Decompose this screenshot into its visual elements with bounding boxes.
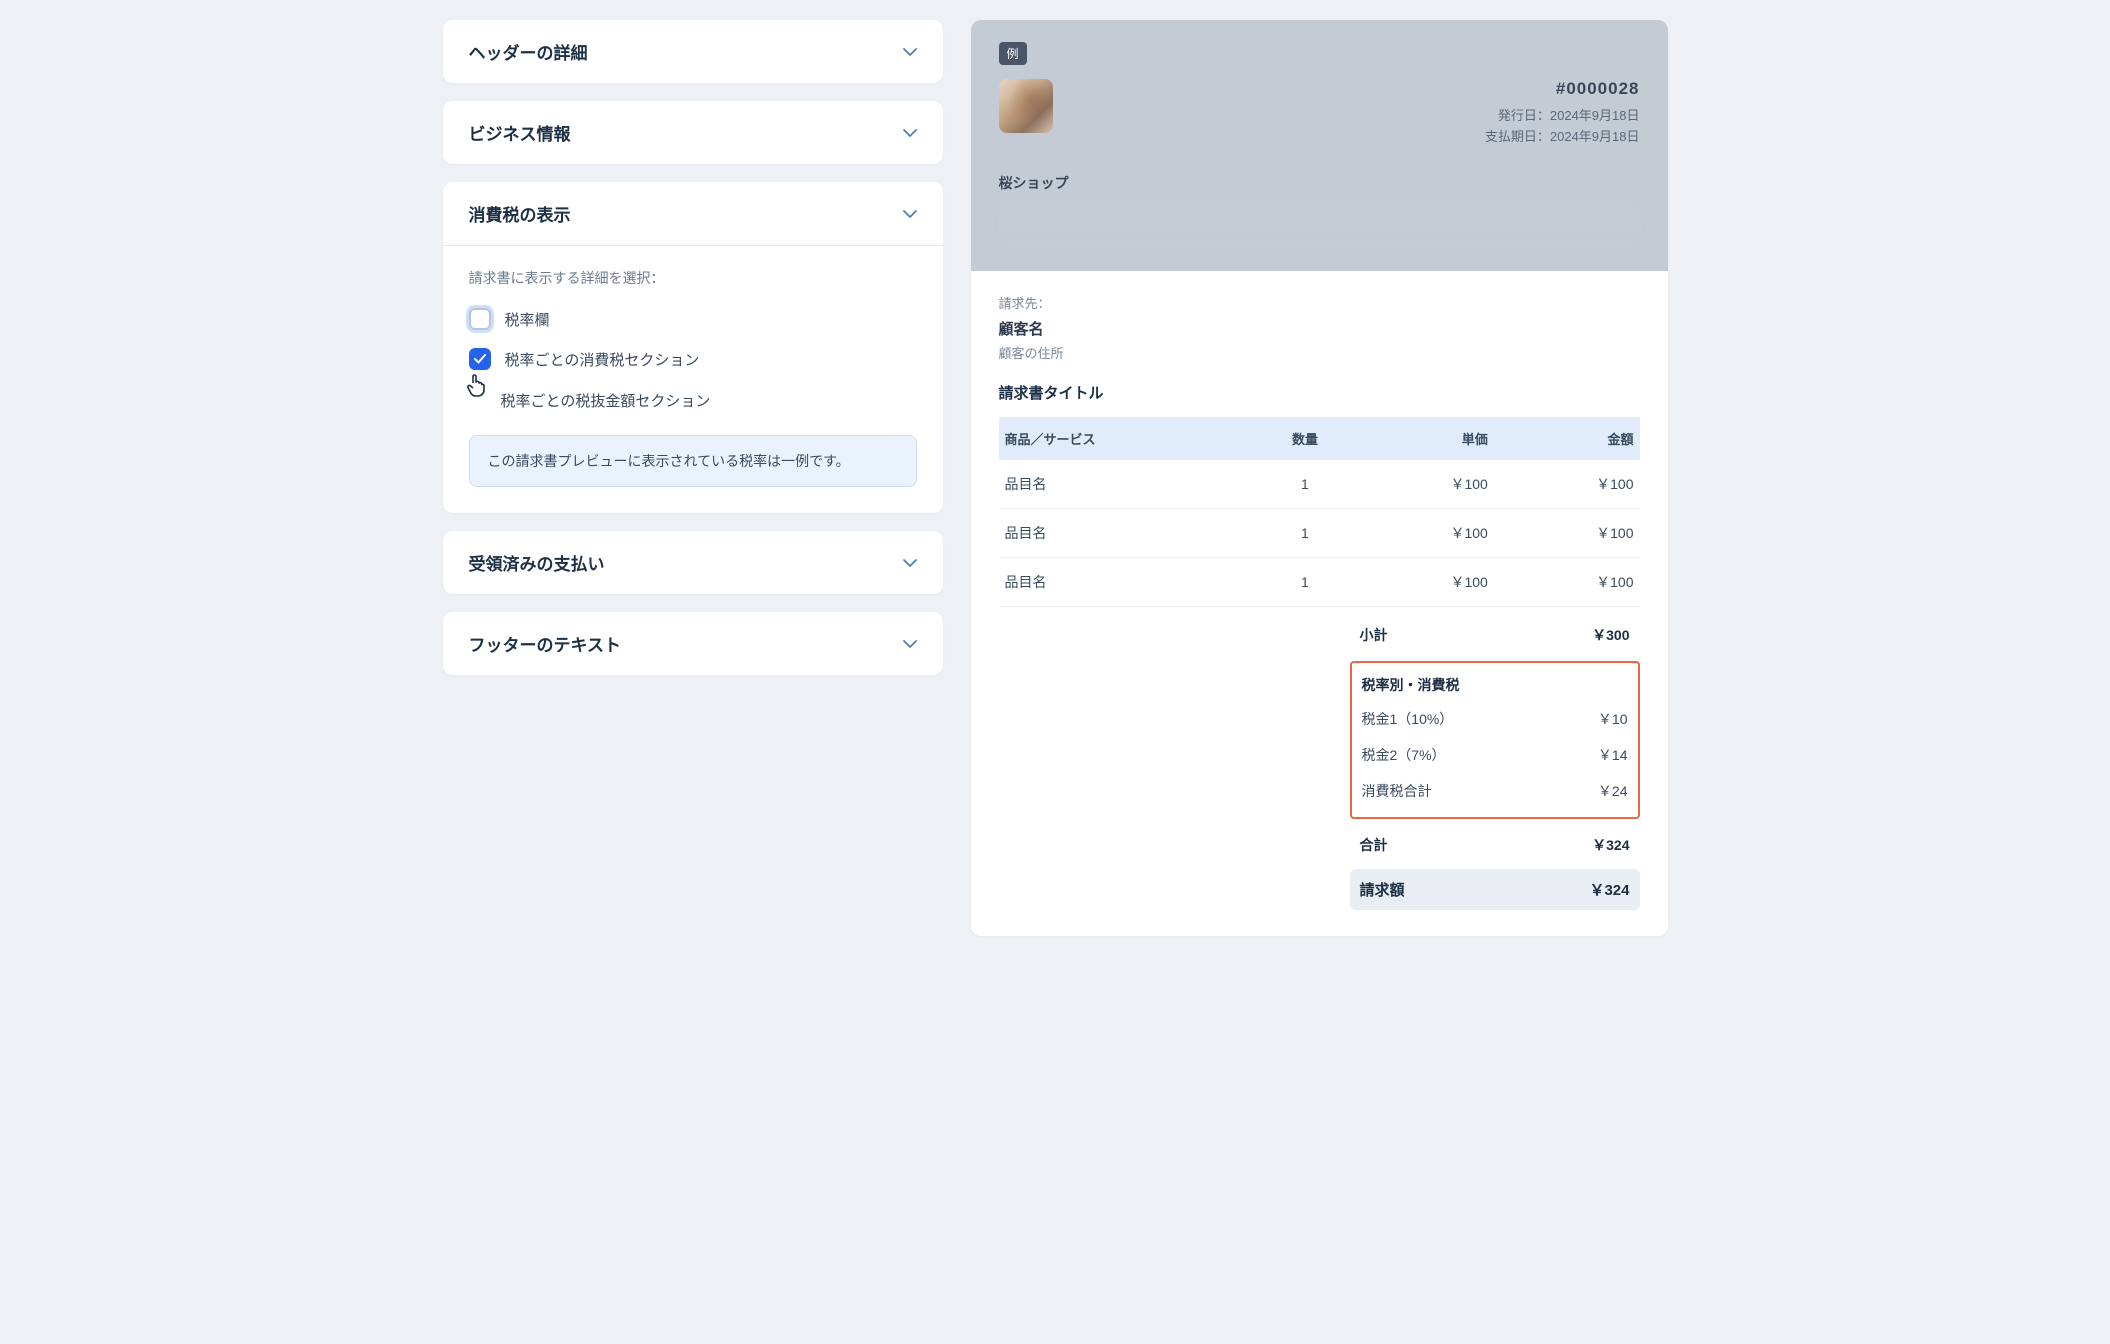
tax-breakdown-box: 税率別・消費税 税金1（10%） ￥10 税金2（7%） ￥14 消費税合計 ￥… <box>1350 661 1640 819</box>
section-tax-display-header[interactable]: 消費税の表示 <box>443 182 943 245</box>
section-title: ヘッダーの詳細 <box>469 39 588 64</box>
grand-total-row: 請求額 ￥324 <box>1350 869 1640 910</box>
shop-name: 桜ショップ <box>999 173 1640 193</box>
section-business-info[interactable]: ビジネス情報 <box>443 101 943 164</box>
tax-line: 消費税合計 ￥24 <box>1352 773 1638 809</box>
invoice-preview: 例 #0000028 発行日：2024年9月18日 支払期日：2024年9月18… <box>971 20 1668 936</box>
invoice-number: #0000028 <box>1485 79 1640 99</box>
bill-to-label: 請求先： <box>999 293 1640 312</box>
tax-line: 税金2（7%） ￥14 <box>1352 737 1638 773</box>
tax-section-description: 請求書に表示する詳細を選択： <box>469 268 917 288</box>
total-row: 合計 ￥324 <box>1350 827 1640 863</box>
customer-name: 顧客名 <box>999 318 1640 339</box>
table-row: 品目名 1 ￥100 ￥100 <box>999 460 1640 509</box>
tax-section-title: 税率別・消費税 <box>1352 671 1638 701</box>
example-badge: 例 <box>999 42 1027 65</box>
chevron-down-icon <box>903 637 917 651</box>
checkbox-label: 税率欄 <box>505 309 550 330</box>
chevron-down-icon <box>903 556 917 570</box>
section-header-details[interactable]: ヘッダーの詳細 <box>443 20 943 83</box>
col-amount: 金額 <box>1502 417 1640 460</box>
redacted-address-block <box>999 201 1640 257</box>
section-title: 消費税の表示 <box>469 201 571 226</box>
shop-logo-image <box>999 79 1053 133</box>
checkbox-rate-column[interactable] <box>469 308 491 330</box>
section-footer-text[interactable]: フッターのテキスト <box>443 612 943 675</box>
col-item: 商品／サービス <box>999 417 1265 460</box>
section-title: ビジネス情報 <box>469 120 571 145</box>
chevron-down-icon <box>903 207 917 221</box>
table-row: 品目名 1 ￥100 ￥100 <box>999 558 1640 607</box>
section-title: フッターのテキスト <box>469 631 622 656</box>
table-row: 品目名 1 ￥100 ￥100 <box>999 509 1640 558</box>
tax-line: 税金1（10%） ￥10 <box>1352 701 1638 737</box>
info-note: この請求書プレビューに表示されている税率は一例です。 <box>469 435 917 487</box>
col-unit: 単価 <box>1345 417 1502 460</box>
col-qty: 数量 <box>1265 417 1345 460</box>
checkbox-label: 税率ごとの税抜金額セクション <box>501 390 711 411</box>
chevron-down-icon <box>903 126 917 140</box>
subtotal-row: 小計 ￥300 <box>1350 617 1640 653</box>
items-table: 商品／サービス 数量 単価 金額 品目名 1 ￥100 ￥100 <box>999 417 1640 607</box>
customer-address: 顧客の住所 <box>999 343 1640 362</box>
section-tax-display: 消費税の表示 請求書に表示する詳細を選択： 税率欄 税率ごとの消費税セクション <box>443 182 943 513</box>
invoice-title: 請求書タイトル <box>999 382 1640 403</box>
issue-date: 発行日：2024年9月18日 <box>1485 105 1640 124</box>
section-title: 受領済みの支払い <box>469 550 605 575</box>
due-date: 支払期日：2024年9月18日 <box>1485 126 1640 145</box>
checkbox-label: 税率ごとの消費税セクション <box>505 349 700 370</box>
checkbox-tax-per-rate[interactable] <box>469 348 491 370</box>
section-payments-received[interactable]: 受領済みの支払い <box>443 531 943 594</box>
chevron-down-icon <box>903 45 917 59</box>
